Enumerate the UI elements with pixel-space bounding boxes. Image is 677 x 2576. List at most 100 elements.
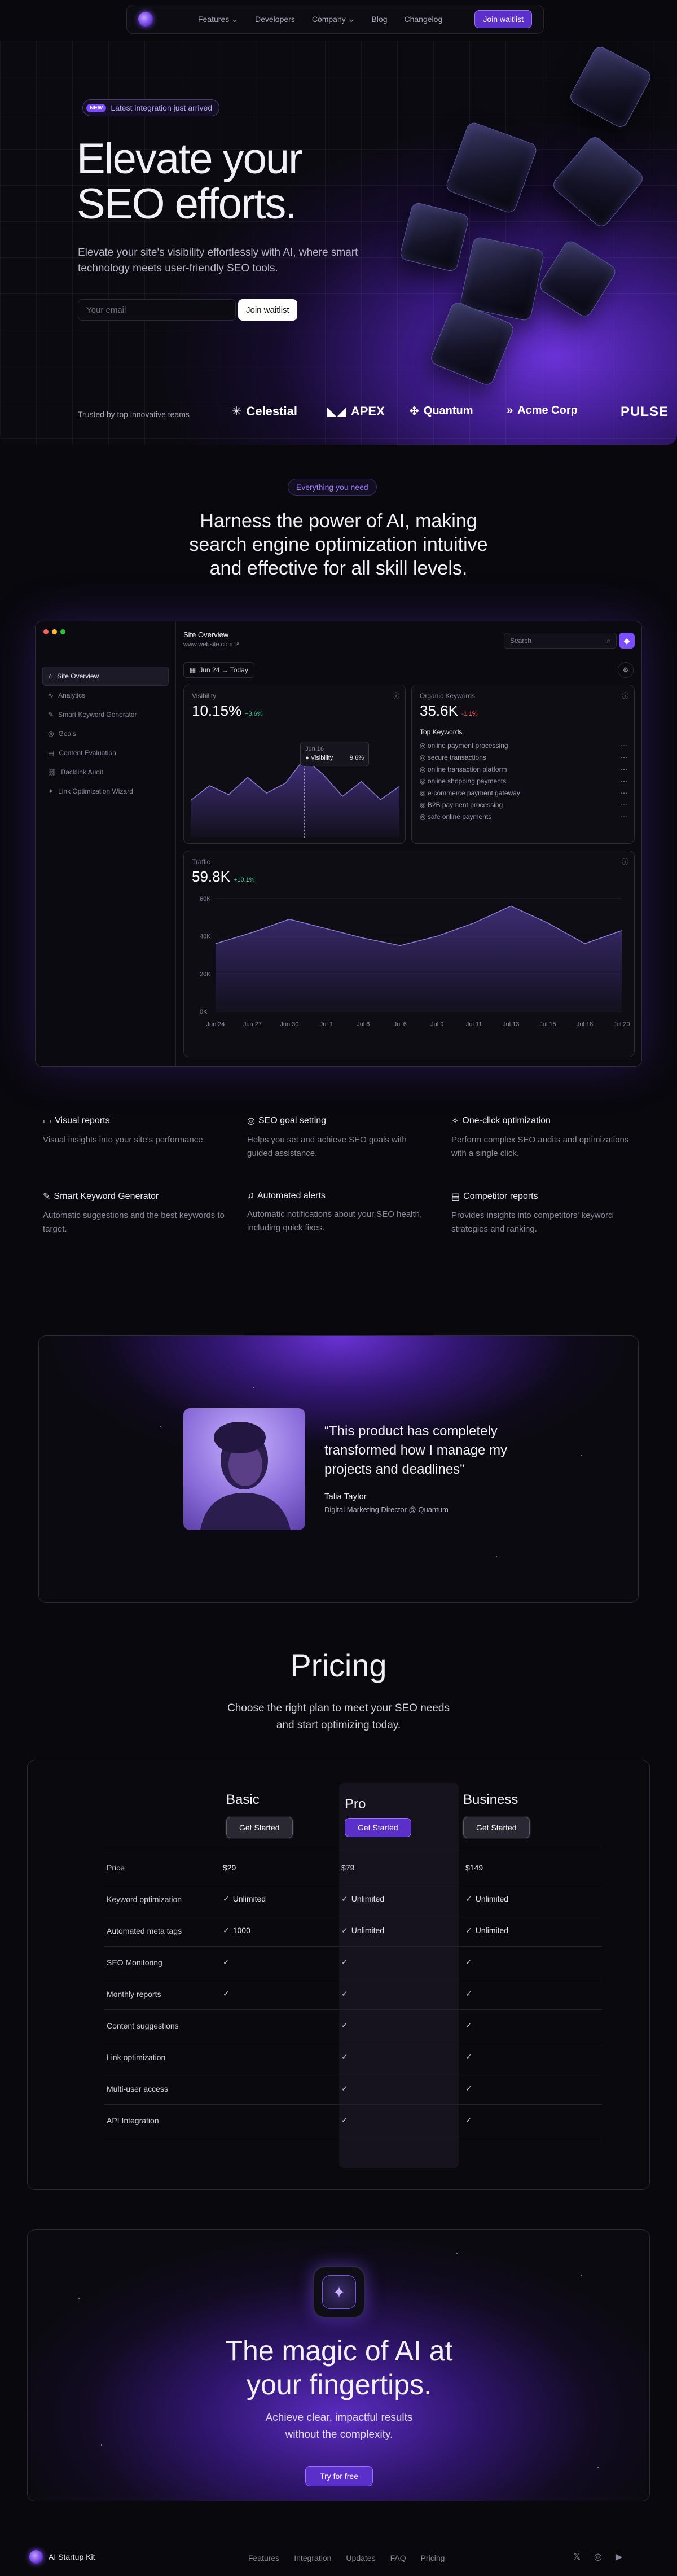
keyword-label: ◎ online shopping payments <box>420 777 507 785</box>
business-get-started-button[interactable]: Get Started <box>463 1817 530 1838</box>
target-icon: ◎ <box>48 730 54 738</box>
date-range-text: Jun 24 → Today <box>199 666 248 674</box>
basic-cell: $29 <box>223 1863 341 1872</box>
keyword-text: safe online payments <box>427 812 492 821</box>
page: Features ⌄ Developers Company ⌄ Blog Chang… <box>0 0 677 2576</box>
visibility-value: 10.15% <box>192 702 242 719</box>
youtube-icon[interactable]: ▶ <box>616 2551 622 2562</box>
x-tick-label: Jul 13 <box>503 1021 519 1028</box>
email-input[interactable] <box>78 299 236 321</box>
footer-link-faq[interactable]: FAQ <box>390 2553 406 2562</box>
more-icon: ⋯ <box>621 753 627 761</box>
check-icon: ✓ <box>465 2084 472 2093</box>
maximize-dot-icon[interactable] <box>60 629 65 634</box>
info-icon[interactable]: ⓘ <box>622 691 628 700</box>
check-icon: ✓ <box>465 1989 472 1998</box>
announcement-badge[interactable]: NEW Latest integration just arrived <box>82 99 220 116</box>
sidebar-item-link-wizard[interactable]: ✦ Link Optimization Wizard <box>42 782 169 801</box>
x-icon[interactable]: 𝕏 <box>573 2551 581 2562</box>
keyword-label: ◎ secure transactions <box>420 753 486 761</box>
home-icon: ⌂ <box>49 672 53 680</box>
nav-item-blog[interactable]: Blog <box>371 15 387 24</box>
x-tick-label: Jul 1 <box>320 1021 333 1028</box>
check-icon: ✓ <box>341 2052 348 2061</box>
more-icon: ⋯ <box>621 788 627 797</box>
keyword-text: B2B payment processing <box>427 800 503 809</box>
more-icon: ⋯ <box>621 765 627 773</box>
nav-label: Blog <box>371 15 388 24</box>
sidebar-item-goals[interactable]: ◎ Goals <box>42 724 169 743</box>
footer-link-updates[interactable]: Updates <box>346 2553 375 2562</box>
logo-icon[interactable] <box>138 12 153 27</box>
close-dot-icon[interactable] <box>43 629 49 634</box>
hero-join-waitlist-button[interactable]: Join waitlist <box>238 299 297 321</box>
cell-text: Keyword optimization <box>107 1894 182 1904</box>
cta-logo-frame: ✦ <box>313 2266 365 2318</box>
cta-subtitle-line-1: Achieve clear, impactful results <box>265 2412 413 2424</box>
sidebar-item-keyword-generator[interactable]: ✎ Smart Keyword Generator <box>42 705 169 724</box>
nav-join-waitlist-button[interactable]: Join waitlist <box>474 10 532 28</box>
keywords-metric: 35.6K -1.1% <box>420 702 478 720</box>
github-icon[interactable]: ◎ <box>594 2551 602 2562</box>
app-logo-icon[interactable]: ◆ <box>619 633 635 649</box>
pro-cell: ✓ <box>341 2052 465 2062</box>
pro-get-started-button[interactable]: Get Started <box>345 1818 411 1837</box>
magic-icon: ✧ <box>451 1116 459 1126</box>
sidebar-item-content-evaluation[interactable]: ▤ Content Evaluation <box>42 743 169 763</box>
keyword-row[interactable]: ◎ online payment processing ⋯ <box>420 739 627 751</box>
chart-tooltip: Jun 16 ● Visibility 9.6% <box>300 742 369 766</box>
cell-text: Unlimited <box>475 1894 509 1903</box>
dashboard-mockup: ⌂ Site Overview ∿ Analytics ✎ Smart Keyword… <box>35 621 642 1067</box>
keyword-row[interactable]: ◎ secure transactions ⋯ <box>420 751 627 763</box>
wand-icon: ✎ <box>48 711 54 719</box>
sidebar-item-backlink-audit[interactable]: ⛓ Backlink Audit <box>42 763 169 782</box>
info-icon[interactable]: ⓘ <box>622 857 628 866</box>
cta-subtitle-line-2: without the complexity. <box>285 2429 393 2441</box>
check-icon: ✓ <box>341 1926 348 1935</box>
check-icon: ✓ <box>465 2021 472 2030</box>
feature-label: Price <box>104 1863 223 1872</box>
feature-label: Automated meta tags <box>104 1926 223 1935</box>
cell-text: Unlimited <box>351 1894 385 1903</box>
x-tick-label: Jul 9 <box>430 1021 443 1028</box>
keyword-row[interactable]: ◎ safe online payments ⋯ <box>420 811 627 822</box>
brand-logo-apex: ◣◢ APEX <box>327 404 385 419</box>
hero-subtitle: Elevate your site's visibility effortles… <box>78 247 358 274</box>
pro-cell: ✓ <box>341 2021 465 2030</box>
keyword-row[interactable]: ◎ e-commerce payment gateway ⋯ <box>420 787 627 799</box>
nav-item-changelog[interactable]: Changelog <box>405 15 443 24</box>
basic-get-started-button[interactable]: Get Started <box>226 1817 293 1838</box>
footer-link-pricing[interactable]: Pricing <box>421 2553 445 2562</box>
nav-item-developers[interactable]: Developers <box>255 15 295 24</box>
nav-item-company[interactable]: Company ⌄ <box>312 15 355 24</box>
x-tick-label: Jul 6 <box>357 1021 370 1028</box>
minimize-dot-icon[interactable] <box>52 629 57 634</box>
keyword-row[interactable]: ◎ online transaction platform ⋯ <box>420 763 627 775</box>
footer-brand[interactable]: AI Startup Kit <box>29 2550 95 2564</box>
top-keywords-title: Top Keywords <box>420 728 463 736</box>
footer-link-features[interactable]: Features <box>248 2553 279 2562</box>
pricing-row: API Integration ✓ ✓ <box>104 2105 602 2136</box>
feature-label: Keyword optimization <box>104 1895 223 1904</box>
nav-item-features[interactable]: Features ⌄ <box>198 15 238 24</box>
dashboard-search[interactable]: Search ⌕ <box>504 633 617 649</box>
new-badge: NEW <box>86 103 107 112</box>
try-for-free-button[interactable]: Try for free <box>305 2466 373 2486</box>
cta-section: ✦ The magic of AI at your fingertips. Ac… <box>27 2229 650 2501</box>
keyword-label: ◎ B2B payment processing <box>420 800 503 809</box>
keyword-row[interactable]: ◎ B2B payment processing ⋯ <box>420 799 627 811</box>
y-tick-label: 40K <box>200 934 211 940</box>
date-range-picker[interactable]: ▦ Jun 24 → Today <box>183 662 254 678</box>
feature-text: Automatic notifications about your SEO h… <box>247 1210 423 1233</box>
portrait-illustration <box>200 1422 291 1530</box>
site-url[interactable]: www.website.com ↗ <box>183 641 240 648</box>
nav-label: Features <box>198 15 230 24</box>
sidebar-item-site-overview[interactable]: ⌂ Site Overview <box>42 667 169 686</box>
more-icon: ⋯ <box>621 812 627 821</box>
sidebar-item-analytics[interactable]: ∿ Analytics <box>42 686 169 705</box>
settings-icon[interactable]: ⚙ <box>618 662 634 678</box>
footer-link-integration[interactable]: Integration <box>294 2553 331 2562</box>
keyword-row[interactable]: ◎ online shopping payments ⋯ <box>420 775 627 787</box>
check-icon: ✓ <box>465 2052 472 2061</box>
info-icon[interactable]: ⓘ <box>393 691 399 700</box>
